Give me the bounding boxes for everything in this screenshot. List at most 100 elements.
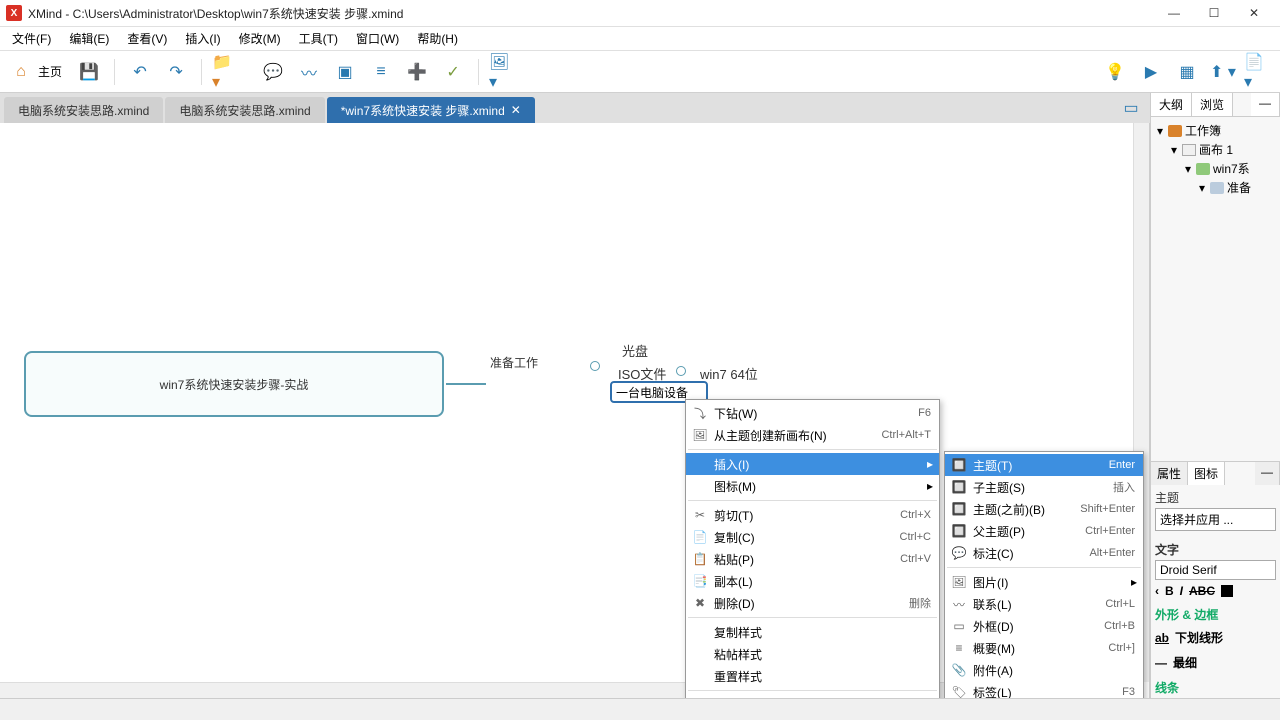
strike-button[interactable]: ABC: [1189, 584, 1215, 598]
menu-item-label: 粘帖样式: [714, 646, 931, 663]
style-selector[interactable]: 选择并应用 ...: [1155, 508, 1276, 531]
tree-sheet[interactable]: ▾画布 1: [1155, 140, 1276, 159]
gantt-button[interactable]: ▦: [1172, 57, 1202, 87]
file-tab-active[interactable]: *win7系统快速安装 步骤.xmind✕: [327, 97, 535, 123]
relation-button[interactable]: 〰: [294, 57, 324, 87]
context-menu-item[interactable]: 图标(M)▸: [686, 475, 939, 497]
marker-button[interactable]: ➕: [402, 57, 432, 87]
root-topic[interactable]: win7系统快速安装步骤-实战: [24, 351, 444, 417]
tree-workbook[interactable]: ▾工作簿: [1155, 121, 1276, 140]
image-button[interactable]: 🖼 ▾: [489, 57, 519, 87]
tab-browse[interactable]: 浏览: [1192, 93, 1233, 116]
context-menu-item[interactable]: 🖼从主题创建新画布(N)Ctrl+Alt+T: [686, 424, 939, 446]
submenu-item[interactable]: 🏷标签(L)F3: [945, 681, 1143, 698]
sub-topic[interactable]: win7 64位: [700, 364, 758, 383]
minimize-button[interactable]: —: [1154, 2, 1194, 24]
context-menu-item[interactable]: ⤵下钻(W)F6: [686, 402, 939, 424]
idea-button[interactable]: 💡: [1100, 57, 1130, 87]
context-menu-item[interactable]: ✖删除(D)删除: [686, 592, 939, 614]
save-button[interactable]: 💾: [74, 57, 104, 87]
menu-help[interactable]: 帮助(H): [409, 28, 466, 49]
menu-item-icon: 🖼: [692, 427, 708, 443]
menu-item-label: 子主题(S): [973, 479, 1113, 496]
file-tab[interactable]: 电脑系统安装思路.xmind: [165, 97, 324, 123]
menu-item-shortcut: Ctrl+Enter: [1085, 525, 1135, 537]
context-menu-item[interactable]: 复制样式: [686, 621, 939, 643]
right-panel: 大纲 浏览 — ▾工作簿 ▾画布 1 ▾win7系 ▾准备 属性 图标 — 主题…: [1150, 93, 1280, 698]
submenu-item[interactable]: 📎附件(A): [945, 659, 1143, 681]
context-menu-item[interactable]: 📄复制(C)Ctrl+C: [686, 526, 939, 548]
italic-button[interactable]: I: [1180, 584, 1183, 598]
menu-edit[interactable]: 编辑(E): [61, 28, 117, 49]
boundary-button[interactable]: ▣: [330, 57, 360, 87]
workbook-icon: [1168, 125, 1182, 137]
summary-button[interactable]: ≡: [366, 57, 396, 87]
underline-style-label[interactable]: 下划线形: [1175, 629, 1223, 646]
check-button[interactable]: ✓: [438, 57, 468, 87]
submenu-item[interactable]: 🖼图片(I)▸: [945, 571, 1143, 593]
chevron-right-icon: ▸: [1131, 575, 1137, 589]
submenu-item[interactable]: ≡概要(M)Ctrl+]: [945, 637, 1143, 659]
context-menu-item[interactable]: 粘帖样式: [686, 643, 939, 665]
tree-central[interactable]: ▾win7系: [1155, 159, 1276, 178]
tab-properties[interactable]: 属性: [1151, 462, 1188, 485]
line-weight-label[interactable]: 最细: [1173, 654, 1197, 671]
maximize-button[interactable]: ☐: [1194, 2, 1234, 24]
context-menu-item[interactable]: 📑副本(L): [686, 570, 939, 592]
font-selector[interactable]: Droid Serif: [1155, 560, 1276, 580]
color-button[interactable]: [1221, 585, 1233, 597]
submenu-item[interactable]: 🔲主题(之前)(B)Shift+Enter: [945, 498, 1143, 520]
menu-item-shortcut: Ctrl+]: [1108, 642, 1135, 654]
menu-item-icon: [692, 624, 708, 640]
menu-tools[interactable]: 工具(T): [291, 28, 346, 49]
menu-window[interactable]: 窗口(W): [348, 28, 407, 49]
main-topic[interactable]: 准备工作: [490, 351, 538, 372]
menu-item-label: 附件(A): [973, 662, 1135, 679]
submenu-item[interactable]: 🔲主题(T)Enter: [945, 454, 1143, 476]
file-tab[interactable]: 电脑系统安装思路.xmind: [4, 97, 163, 123]
home-button[interactable]: ⌂: [6, 57, 36, 87]
tree-topic[interactable]: ▾准备: [1155, 178, 1276, 197]
redo-button[interactable]: ↷: [161, 57, 191, 87]
context-menu-item[interactable]: 📋粘贴(P)Ctrl+V: [686, 548, 939, 570]
context-menu-item[interactable]: 插入(I)▸: [686, 453, 939, 475]
present-button[interactable]: ▶: [1136, 57, 1166, 87]
close-button[interactable]: ✕: [1234, 2, 1274, 24]
panel-minimize-button[interactable]: —: [1255, 462, 1280, 485]
central-topic-icon: [1196, 163, 1210, 175]
menu-modify[interactable]: 修改(M): [231, 28, 289, 49]
close-icon[interactable]: ✕: [511, 103, 521, 117]
folder-button[interactable]: 📁 ▾: [212, 57, 242, 87]
menu-item-label: 外框(D): [973, 618, 1104, 635]
menu-item-icon: 📑: [692, 573, 708, 589]
topic-section-label: 主题: [1151, 485, 1280, 508]
menu-insert[interactable]: 插入(I): [177, 28, 228, 49]
menu-file[interactable]: 文件(F): [4, 28, 59, 49]
tab-layout-button[interactable]: ▭: [1116, 93, 1146, 123]
submenu-item[interactable]: ▭外框(D)Ctrl+B: [945, 615, 1143, 637]
align-button[interactable]: ‹: [1155, 584, 1159, 598]
tab-markers[interactable]: 图标: [1188, 462, 1225, 485]
submenu-item[interactable]: 〰联系(L)Ctrl+L: [945, 593, 1143, 615]
bold-button[interactable]: B: [1165, 584, 1174, 598]
context-menu-item[interactable]: ✂剪切(T)Ctrl+X: [686, 504, 939, 526]
root-topic-text: win7系统快速安装步骤-实战: [160, 376, 309, 393]
expand-dot[interactable]: [676, 366, 686, 376]
context-menu-item[interactable]: 重置样式: [686, 665, 939, 687]
panel-minimize-button[interactable]: —: [1251, 93, 1280, 116]
mindmap-canvas[interactable]: win7系统快速安装步骤-实战 准备工作 光盘 ISO文件 win7 64位 一…: [0, 123, 1150, 698]
submenu-item[interactable]: 🔲父主题(P)Ctrl+Enter: [945, 520, 1143, 542]
tab-outline[interactable]: 大纲: [1151, 93, 1192, 116]
submenu-item[interactable]: 🔲子主题(S)插入: [945, 476, 1143, 498]
expand-dot[interactable]: [590, 361, 600, 371]
submenu-item[interactable]: 💬标注(C)Alt+Enter: [945, 542, 1143, 564]
upload-button[interactable]: ⬆ ▾: [1208, 57, 1238, 87]
sub-topic[interactable]: 光盘: [622, 341, 648, 360]
menu-item-label: 剪切(T): [714, 507, 900, 524]
menu-item-shortcut: Ctrl+Alt+T: [881, 429, 931, 441]
menu-item-shortcut: 插入: [1113, 479, 1135, 495]
menu-view[interactable]: 查看(V): [119, 28, 175, 49]
export-button[interactable]: 📄 ▾: [1244, 57, 1274, 87]
note-button[interactable]: 💬: [258, 57, 288, 87]
undo-button[interactable]: ↶: [125, 57, 155, 87]
